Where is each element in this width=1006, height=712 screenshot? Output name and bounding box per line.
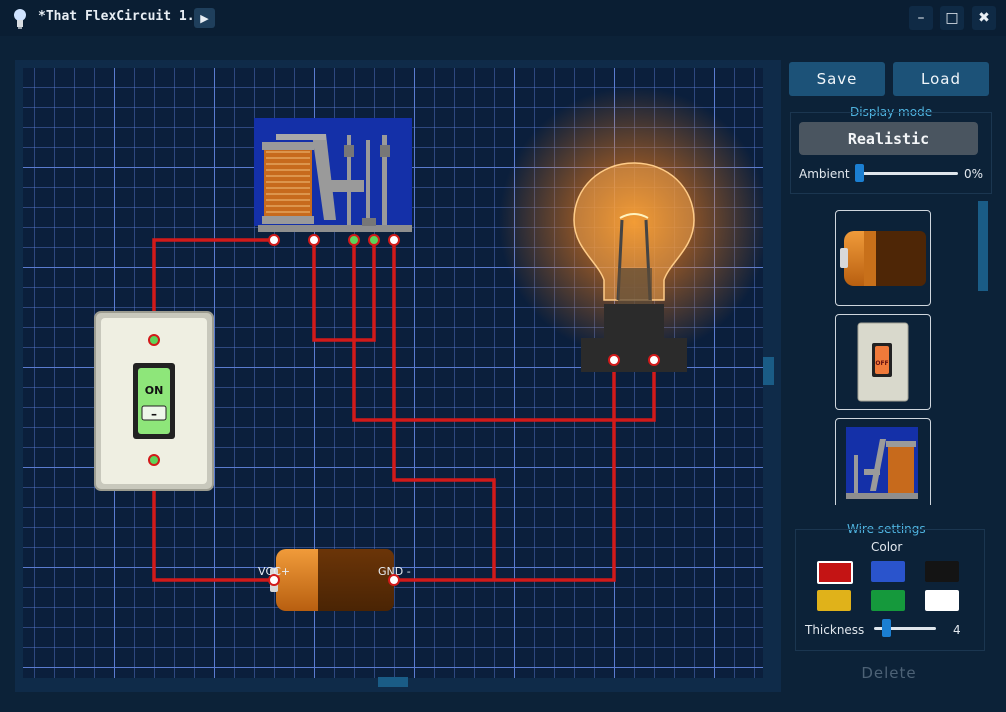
minimize-button[interactable]: – [909,6,933,30]
palette-item-battery[interactable] [835,210,931,306]
color-swatch-green[interactable] [871,590,905,611]
maximize-icon: □ [945,10,959,26]
color-swatch-red[interactable] [817,561,853,584]
display-mode-button[interactable]: Realistic [799,122,978,155]
circuit-drawing: ON – VCC+ GND - [94,87,763,611]
battery-component[interactable]: VCC+ GND - [258,549,411,611]
relay-terminal-3[interactable] [348,234,360,246]
play-icon: ▶ [200,11,209,25]
relay-icon [846,427,918,499]
lightbulb-app-icon [14,9,26,29]
load-button[interactable]: Load [893,62,989,96]
thickness-label: Thickness [805,623,865,637]
circuit-canvas[interactable]: ON – VCC+ GND - [23,68,763,678]
ambient-slider-thumb[interactable] [855,164,864,182]
relay-terminal-1[interactable] [268,234,280,246]
close-icon: ✖ [978,10,990,26]
bulb-terminal-left[interactable] [608,354,620,366]
switch-terminal-top[interactable] [148,334,160,346]
color-swatch-yellow[interactable] [817,590,851,611]
wire-relay-coil-loop [312,240,376,342]
run-button[interactable]: ▶ [194,8,215,28]
wire-relay-to-gnd [392,240,496,580]
switch-on-label: ON [145,384,164,397]
maximize-button[interactable]: □ [940,6,964,30]
bulb-terminal-right[interactable] [648,354,660,366]
color-swatch-black[interactable] [925,561,959,582]
thickness-value: 4 [953,623,961,637]
relay-terminal-2[interactable] [308,234,320,246]
color-swatch-blue[interactable] [871,561,905,582]
switch-terminal-bottom[interactable] [148,454,160,466]
palette-item-relay[interactable] [835,418,931,505]
toggle-switch-icon: OFF [857,322,909,402]
ambient-value: 0% [964,167,984,181]
canvas-vertical-scrollbar[interactable] [763,357,774,385]
battery-icon [840,231,926,286]
save-button[interactable]: Save [789,62,885,96]
switch-minus-label: – [151,407,157,421]
relay-terminal-4[interactable] [368,234,380,246]
relay-terminal-5[interactable] [388,234,400,246]
canvas-horizontal-scrollbar[interactable] [378,677,408,687]
battery-terminal-vcc[interactable] [268,574,280,586]
battery-terminal-gnd[interactable] [388,574,400,586]
ambient-label: Ambient [799,167,850,181]
delete-button[interactable]: Delete [795,656,983,690]
wire-gnd-to-bulb-left [394,360,616,582]
circuit-canvas-frame: ON – VCC+ GND - [15,60,781,692]
palette-scrollbar[interactable] [978,201,988,291]
component-palette: OFF [790,200,990,505]
window-title: *That FlexCircuit 1.0 [38,9,203,24]
title-bar: *That FlexCircuit 1.0 ▶ – □ ✖ [0,0,1006,36]
close-button[interactable]: ✖ [972,6,996,30]
thickness-slider-thumb[interactable] [881,619,891,637]
palette-switch-off-label: OFF [875,360,888,367]
ambient-slider-track[interactable] [858,172,958,175]
minimize-icon: – [917,10,925,26]
wire-color-label: Color [871,540,903,554]
palette-item-switch[interactable]: OFF [835,314,931,410]
relay-component[interactable] [254,118,412,232]
color-swatch-white[interactable] [925,590,959,611]
